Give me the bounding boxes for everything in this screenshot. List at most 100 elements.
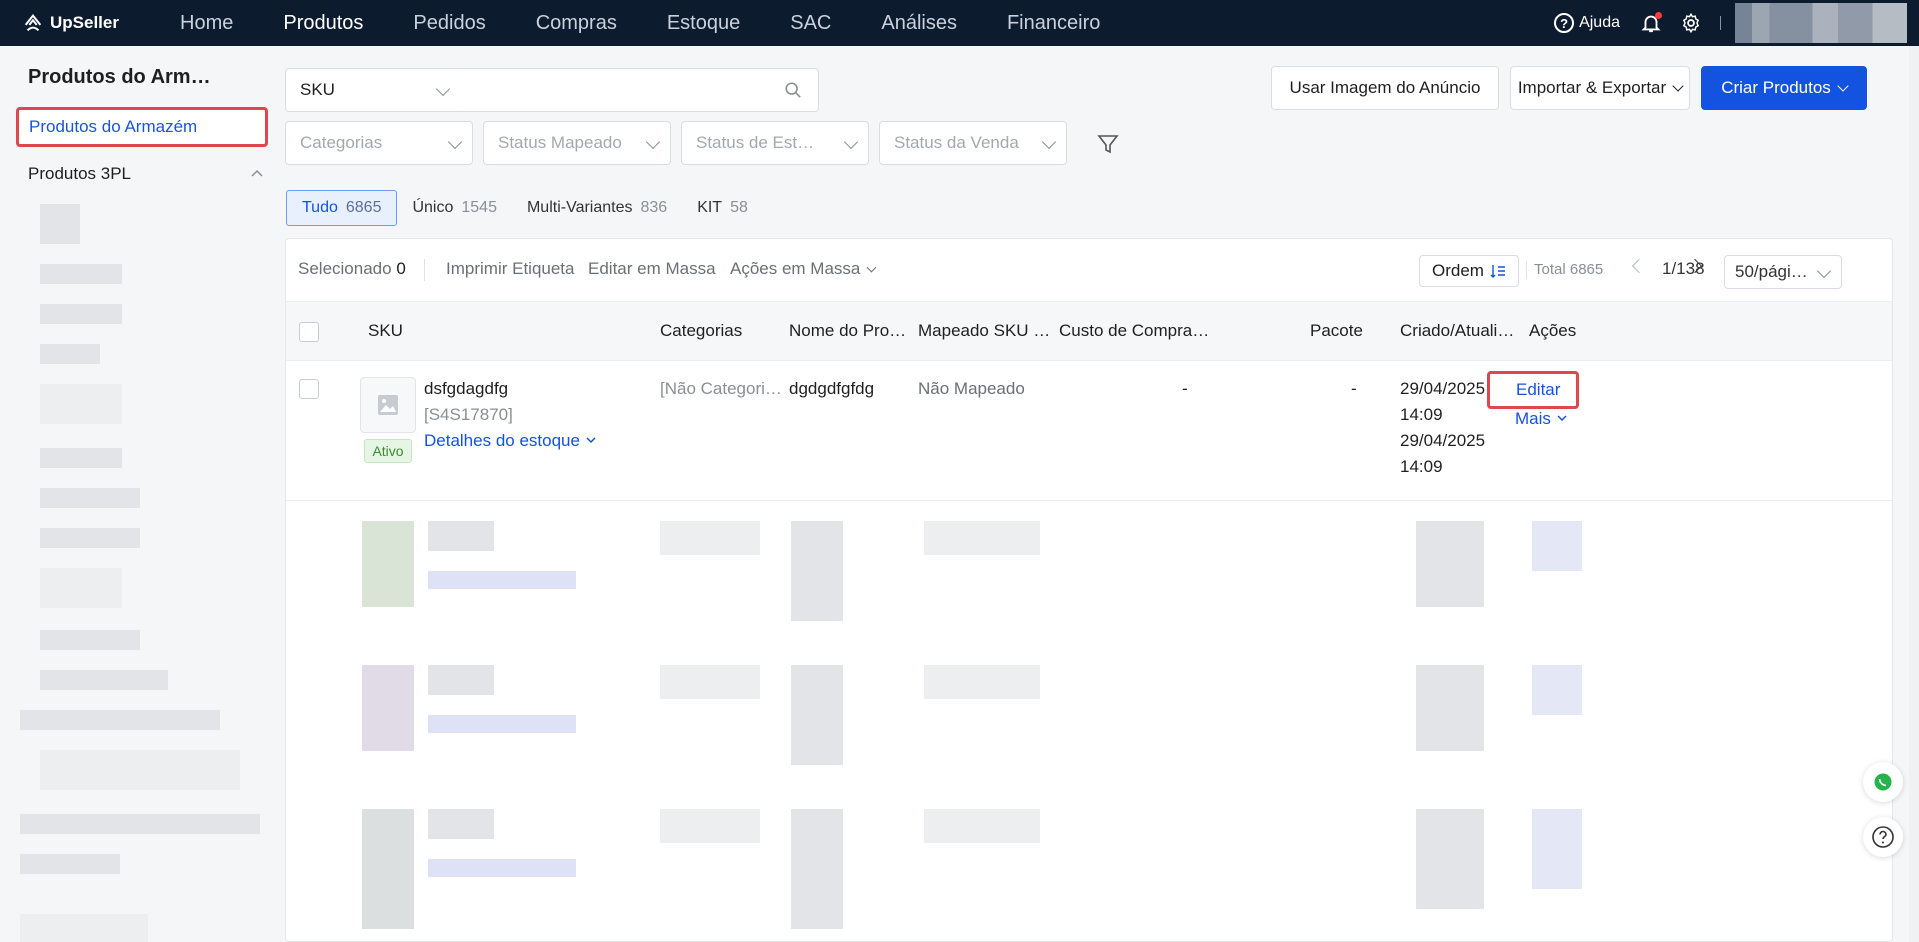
nav-financeiro[interactable]: Financeiro: [1007, 12, 1100, 35]
sidebar-item-blurred[interactable]: [40, 448, 122, 468]
acoes-em-massa-button[interactable]: Ações em Massa: [730, 259, 877, 279]
table-row-blurred: [286, 501, 1892, 941]
date-blurred: [1416, 521, 1484, 607]
header-mapeado-sku[interactable]: Mapeado SKU …: [918, 321, 1050, 341]
user-account-blurred[interactable]: [1735, 3, 1907, 43]
acoes-em-massa-label: Ações em Massa: [730, 259, 861, 278]
editar-em-massa-button[interactable]: Editar em Massa: [588, 259, 716, 279]
sidebar-item-blurred[interactable]: [20, 914, 148, 942]
sidebar-item-blurred[interactable]: [20, 854, 120, 874]
search-input[interactable]: [459, 68, 819, 112]
top-navbar: UpSeller Home Produtos Pedidos Compras E…: [0, 0, 1919, 46]
main-nav: Home Produtos Pedidos Compras Estoque SA…: [180, 12, 1150, 35]
select-all-checkbox[interactable]: [299, 322, 319, 342]
detalhes-estoque-link[interactable]: Detalhes do estoque: [424, 431, 597, 451]
sku-code: [S4S17870]: [424, 405, 513, 424]
tab-unico[interactable]: Único 1545: [397, 190, 512, 226]
sidebar-item-produtos-armazem[interactable]: Produtos do Armazém: [16, 107, 268, 147]
product-image-placeholder[interactable]: [360, 377, 416, 433]
header-acoes: Ações: [1529, 321, 1577, 340]
sidebar-item-blurred[interactable]: [40, 384, 122, 424]
row-checkbox[interactable]: [299, 379, 319, 399]
categorias-placeholder: Categorias: [300, 133, 383, 152]
criado-time: 14:09: [1400, 405, 1443, 424]
cell-blurred: [660, 521, 760, 555]
imprimir-etiqueta-button[interactable]: Imprimir Etiqueta: [446, 259, 574, 279]
status-venda-filter[interactable]: Status da Venda: [879, 121, 1067, 165]
notification-bell-icon[interactable]: [1640, 12, 1662, 34]
sidebar-group-produtos-3pl[interactable]: Produtos 3PL: [28, 164, 264, 184]
chevron-up-icon: [251, 169, 263, 177]
app-logo[interactable]: UpSeller: [22, 12, 172, 34]
header-pacote[interactable]: Pacote: [1310, 321, 1363, 341]
sidebar-item-blurred[interactable]: [40, 264, 122, 284]
search-icon[interactable]: [784, 81, 802, 99]
chevron-down-icon: [645, 134, 661, 150]
product-image-blurred: [362, 665, 414, 751]
tab-kit[interactable]: KIT 58: [682, 190, 763, 226]
sidebar-item-blurred[interactable]: [40, 630, 140, 650]
sort-icon: [1490, 265, 1505, 278]
sidebar-item-blurred[interactable]: [40, 528, 140, 548]
nav-pedidos[interactable]: Pedidos: [413, 12, 485, 35]
page-scrollbar[interactable]: [1909, 46, 1919, 942]
pacote-cell: -: [1351, 379, 1357, 398]
nav-analises[interactable]: Análises: [881, 12, 957, 35]
header-criado-atualizado[interactable]: Criado/Atuali…: [1400, 321, 1514, 341]
sidebar-item-blurred[interactable]: [40, 670, 168, 690]
header-sku[interactable]: SKU: [368, 321, 403, 341]
whatsapp-icon[interactable]: [1863, 762, 1903, 802]
cell-blurred: [791, 521, 843, 621]
product-image-blurred: [362, 521, 414, 607]
categorias-filter[interactable]: Categorias: [285, 121, 473, 165]
search-type-select[interactable]: SKU: [285, 68, 461, 112]
chevron-down-icon: [866, 262, 877, 273]
sidebar-item-blurred[interactable]: [20, 710, 220, 730]
gear-icon[interactable]: [1680, 12, 1702, 34]
status-estoque-filter[interactable]: Status de Est…: [681, 121, 869, 165]
page-size-select[interactable]: 50/pági…: [1724, 255, 1842, 289]
product-type-tabs: Tudo 6865 Único 1545 Multi-Variantes 836 KI…: [286, 190, 763, 226]
ordem-sort-button[interactable]: Ordem: [1419, 255, 1519, 287]
product-image-blurred: [362, 809, 414, 929]
chevron-down-icon: [1816, 263, 1832, 279]
cell-blurred: [660, 665, 760, 699]
search-type-value: SKU: [300, 80, 335, 99]
help-circle-icon[interactable]: [1863, 817, 1903, 857]
chevron-down-icon: [586, 437, 596, 444]
tab-label: Tudo: [302, 199, 338, 216]
table-toolbar: Selecionado 0 Imprimir Etiqueta Editar e…: [286, 239, 1892, 301]
header-custo-compra[interactable]: Custo de Compra…: [1059, 321, 1209, 341]
header-categorias[interactable]: Categorias: [660, 321, 742, 341]
sidebar-item-blurred[interactable]: [40, 488, 140, 508]
sidebar-item-blurred[interactable]: [40, 568, 122, 608]
nav-estoque[interactable]: Estoque: [667, 12, 740, 35]
filter-icon[interactable]: [1096, 132, 1120, 156]
header-nome[interactable]: Nome do Pro…: [789, 321, 906, 341]
nav-sac[interactable]: SAC: [790, 12, 831, 35]
nav-compras[interactable]: Compras: [536, 12, 617, 35]
tab-tudo[interactable]: Tudo 6865: [286, 190, 398, 226]
custo-cell: -: [1182, 379, 1188, 398]
nav-produtos[interactable]: Produtos: [283, 12, 363, 35]
detalhes-estoque-label: Detalhes do estoque: [424, 431, 580, 450]
sidebar-item-blurred[interactable]: [40, 204, 80, 244]
help-button[interactable]: ? Ajuda: [1554, 13, 1620, 33]
tab-multi-variantes[interactable]: Multi-Variantes 836: [512, 190, 682, 226]
help-label: Ajuda: [1579, 14, 1620, 31]
sidebar-item-blurred[interactable]: [40, 344, 100, 364]
nav-home[interactable]: Home: [180, 12, 233, 35]
link-blurred: [428, 571, 576, 589]
prev-page-icon[interactable]: [1631, 258, 1647, 274]
importar-exportar-button[interactable]: Importar & Exportar: [1510, 66, 1690, 110]
criar-produtos-button[interactable]: Criar Produtos: [1701, 66, 1867, 110]
mais-button[interactable]: Mais: [1515, 409, 1568, 429]
sidebar-item-blurred[interactable]: [40, 750, 240, 790]
usar-imagem-button[interactable]: Usar Imagem do Anúncio: [1271, 66, 1499, 110]
tab-count: 836: [640, 199, 668, 216]
sidebar-item-blurred[interactable]: [20, 814, 260, 834]
status-mapeado-filter[interactable]: Status Mapeado: [483, 121, 671, 165]
sidebar-item-blurred[interactable]: [40, 304, 122, 324]
editar-button[interactable]: Editar: [1487, 371, 1579, 409]
usar-imagem-label: Usar Imagem do Anúncio: [1289, 78, 1481, 97]
